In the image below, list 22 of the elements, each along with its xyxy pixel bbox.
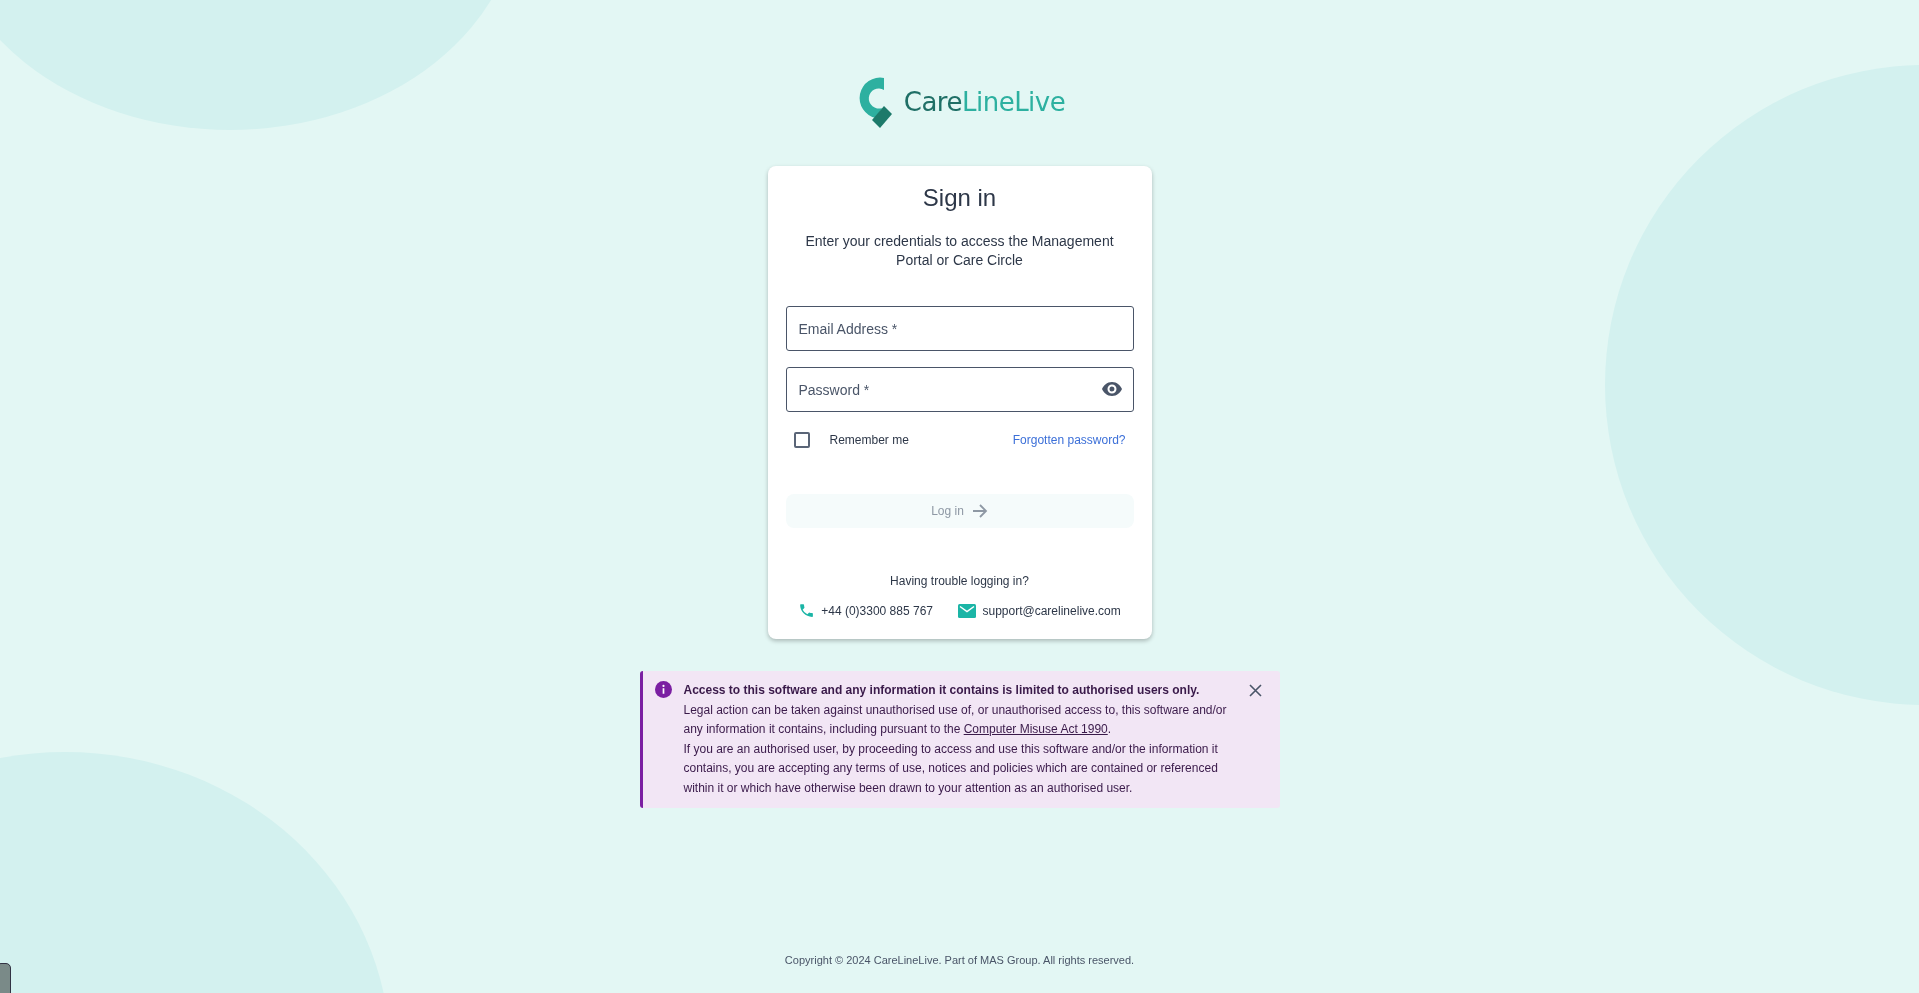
forgot-password-link[interactable]: Forgotten password? bbox=[1012, 433, 1126, 447]
eye-icon[interactable] bbox=[1101, 382, 1122, 396]
sign-in-title: Sign in bbox=[922, 184, 997, 212]
copyright-text: Copyright © 2024 CareLineLive. Part of MAS Group. All rights reserved. bbox=[784, 954, 1135, 968]
help-text: Having trouble logging in? bbox=[890, 574, 1029, 588]
phone-number: +44 (0)3300 885 767 bbox=[821, 603, 933, 618]
mail-icon bbox=[958, 603, 977, 618]
close-icon[interactable] bbox=[1248, 684, 1262, 697]
notice-paragraph: If you are an authorised user, by proceeding to access and use this software and/or the information it contains, you are accepting any terms of use, notices and policies which are contained or referenced within it or which have otherwise been drawn to your attention as an authorised user. bbox=[683, 740, 1219, 797]
remember-checkbox[interactable] bbox=[793, 432, 810, 448]
password-field[interactable]: Password * bbox=[785, 367, 1134, 412]
logo-wordmark: CareLineLive bbox=[903, 87, 1066, 117]
info-icon bbox=[654, 681, 672, 698]
phone-icon bbox=[798, 602, 816, 619]
email-field[interactable]: Email Address * bbox=[785, 306, 1134, 351]
notice-title: Access to this software and any information it contains is limited to authorised users only. bbox=[683, 682, 1201, 699]
arrow-right-icon bbox=[971, 504, 988, 518]
act-link[interactable]: Computer Misuse Act 1990 bbox=[963, 722, 1108, 736]
sign-in-subtitle: Enter your credentials to access the Management Portal or Care Circle bbox=[804, 232, 1115, 270]
support-email: support@carelinelive.com bbox=[982, 603, 1121, 618]
notice-paragraph: Legal action can be taken against unauthorised use of, or unauthorised access to, this software and/or any information it contains, including pursuant to the Computer Misuse Act 1990. bbox=[683, 701, 1228, 738]
remember-label: Remember me bbox=[829, 433, 909, 447]
